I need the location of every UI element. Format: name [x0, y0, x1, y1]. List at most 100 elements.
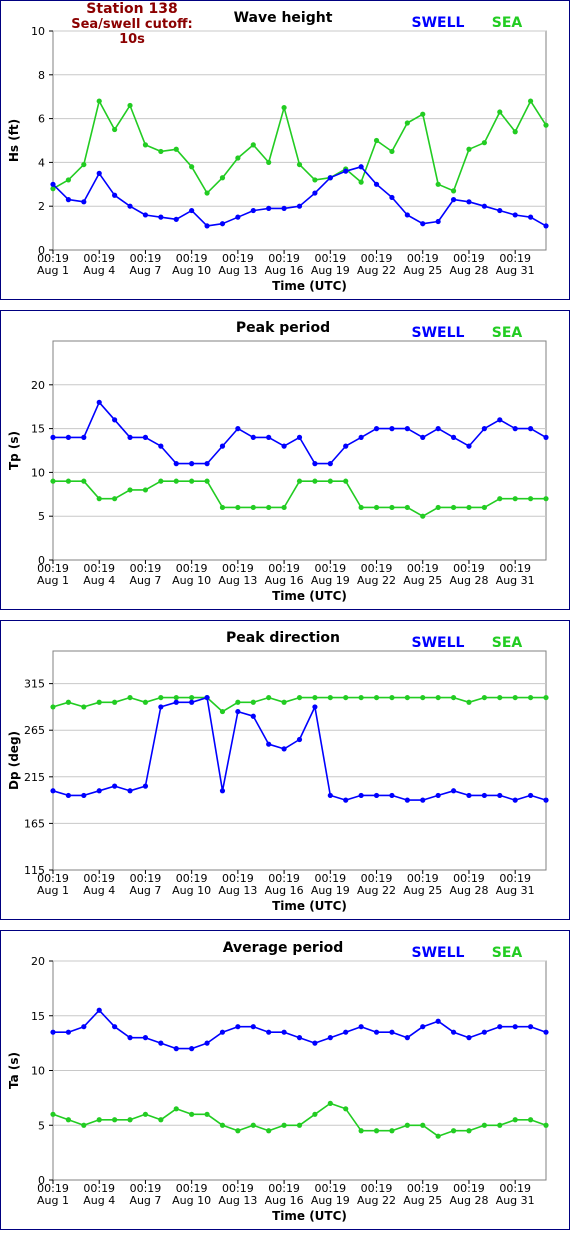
data-point-swell [466, 792, 472, 799]
x-tick-date: Aug 22 [357, 1194, 396, 1207]
data-point-swell [112, 783, 118, 789]
data-point-sea [235, 504, 241, 511]
data-point-swell [112, 192, 118, 198]
wave-height-panel: 0 2 4 6 8 10 00:19 Aug 1 00:19 Aug 4 00:19 Aug 7 00:… [0, 0, 570, 300]
data-point-sea [373, 694, 380, 701]
data-point-sea [189, 1111, 195, 1117]
y-tick-label: 10 [31, 25, 45, 38]
data-point-sea [142, 487, 149, 493]
data-point-swell [189, 699, 195, 705]
data-point-sea [512, 496, 518, 502]
data-point-sea [219, 175, 226, 181]
x-axis-label: Time (UTC) [272, 1209, 347, 1223]
data-point-swell [142, 212, 149, 218]
data-point-swell [189, 1046, 195, 1052]
data-point-swell [466, 199, 472, 205]
data-point-sea [312, 177, 318, 183]
data-point-swell [235, 708, 241, 715]
data-point-swell [497, 207, 503, 214]
data-point-sea [543, 1122, 549, 1128]
data-point-sea [296, 1122, 303, 1128]
station-name: Station 138 [86, 1, 178, 17]
data-point-sea [158, 148, 164, 155]
data-point-swell [435, 426, 441, 432]
data-point-swell [65, 1029, 72, 1035]
data-point-sea [219, 708, 226, 715]
x-tick-date: Aug 1 [37, 884, 69, 897]
data-point-swell [389, 1029, 395, 1035]
x-tick-date: Aug 13 [218, 884, 257, 897]
data-point-sea [96, 699, 102, 705]
data-point-swell [420, 1024, 426, 1030]
data-point-swell [312, 704, 318, 710]
data-point-sea [512, 694, 518, 701]
data-point-sea [481, 140, 487, 146]
data-point-swell [327, 792, 333, 799]
y-axis-label: Tp (s) [7, 431, 21, 470]
x-tick-date: Aug 7 [129, 1194, 161, 1207]
data-point-swell [81, 1024, 87, 1030]
data-point-swell [312, 190, 318, 196]
y-tick-label: 8 [38, 69, 45, 82]
data-point-swell [389, 426, 395, 432]
data-point-sea [466, 504, 472, 511]
x-tick-date: Aug 25 [403, 1194, 442, 1207]
chart-title: Peak period [236, 320, 330, 336]
data-point-swell [373, 426, 380, 432]
x-tick-date: Aug 22 [357, 884, 396, 897]
x-tick-date: Aug 10 [172, 884, 211, 897]
data-point-sea [127, 487, 133, 493]
x-tick-date: Aug 19 [311, 1194, 350, 1207]
data-point-sea [65, 478, 72, 484]
data-point-swell [219, 443, 226, 449]
data-point-sea [173, 478, 179, 484]
data-point-sea [420, 111, 426, 117]
data-point-sea [327, 694, 333, 701]
data-point-sea [373, 1128, 380, 1134]
x-tick-date: Aug 16 [265, 264, 304, 277]
data-point-swell [281, 205, 287, 211]
data-point-sea [358, 179, 364, 185]
x-tick-date: Aug 25 [403, 884, 442, 897]
data-point-swell [327, 461, 333, 467]
data-point-swell [50, 1029, 56, 1035]
x-tick-date: Aug 13 [218, 1194, 257, 1207]
data-point-sea [235, 155, 241, 161]
data-point-swell [450, 1029, 457, 1035]
data-point-sea [189, 694, 195, 701]
data-point-swell [497, 1024, 503, 1030]
data-point-sea [404, 120, 410, 126]
data-point-swell [420, 797, 426, 803]
average-period-panel: 0 5 10 15 20 00:19 Aug 1 00:19 Aug 4 00:19 Aug 7 00… [0, 930, 570, 1230]
y-tick-label: 10 [31, 466, 45, 479]
x-tick-date: Aug 4 [83, 884, 115, 897]
data-point-sea [497, 1122, 503, 1128]
x-tick-date: Aug 13 [218, 574, 257, 587]
x-tick-date: Aug 19 [311, 884, 350, 897]
data-point-swell [173, 461, 179, 467]
data-point-sea [358, 694, 364, 701]
data-point-swell [96, 788, 102, 794]
data-point-swell [235, 214, 241, 220]
data-point-swell [96, 399, 102, 405]
data-point-swell [466, 443, 472, 449]
data-point-sea [527, 98, 534, 104]
data-point-sea [358, 504, 364, 511]
data-point-swell [219, 1029, 226, 1035]
data-point-swell [450, 788, 457, 794]
station-cutoff: Sea/swell cutoff: 10s [71, 17, 193, 47]
data-point-sea [281, 105, 287, 111]
data-point-sea [404, 504, 410, 511]
data-point-sea [497, 694, 503, 701]
data-point-sea [250, 142, 256, 148]
data-point-swell [96, 170, 102, 176]
data-point-swell [296, 203, 303, 209]
data-point-swell [158, 443, 164, 449]
data-point-swell [235, 1024, 241, 1030]
data-point-sea [158, 1117, 164, 1123]
data-point-sea [389, 148, 395, 155]
data-point-swell [296, 736, 303, 743]
x-tick-date: Aug 28 [449, 574, 488, 587]
x-tick-date: Aug 31 [496, 264, 535, 277]
data-point-sea [204, 478, 210, 484]
